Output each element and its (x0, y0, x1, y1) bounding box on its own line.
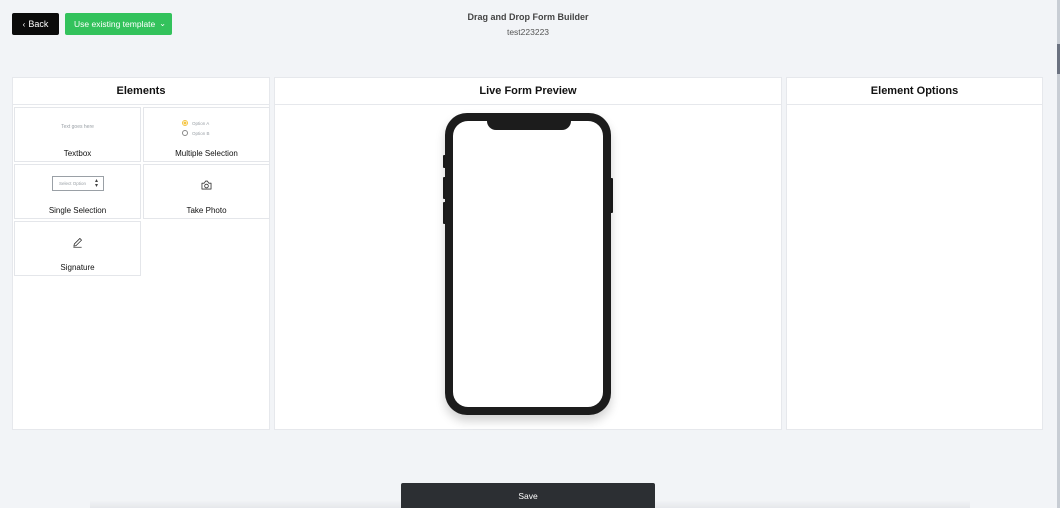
radio-option-a: Option A (182, 120, 209, 126)
element-label: Multiple Selection (175, 149, 238, 158)
phone-mockup (445, 113, 611, 415)
element-label: Single Selection (48, 206, 107, 215)
element-take-photo[interactable]: Take Photo (143, 164, 270, 219)
element-single-selection[interactable]: Select Option ▴ ▾ Single Selection (14, 164, 141, 219)
element-textbox[interactable]: Text goes here Textbox (14, 107, 141, 162)
element-options-panel: Element Options (786, 77, 1043, 430)
camera-icon (201, 180, 212, 190)
save-button[interactable]: Save (401, 483, 655, 508)
page-title: Drag and Drop Form Builder (467, 12, 589, 22)
preview-panel-title: Live Form Preview (275, 78, 781, 105)
option-a-text: Option A (192, 120, 210, 126)
radio-selected-icon (182, 120, 188, 126)
select-arrows-icon: ▴ ▾ (94, 178, 98, 189)
select-preview: Select Option ▴ ▾ (52, 176, 104, 191)
form-name: test223223 (506, 27, 550, 37)
radio-empty-icon (182, 130, 188, 136)
element-multiple-selection[interactable]: Option A Option B Multiple Selection (143, 107, 270, 162)
option-b-text: Option B (192, 130, 210, 136)
textbox-preview-text: Text goes here (61, 124, 94, 130)
select-placeholder: Select Option (59, 181, 87, 186)
pen-icon (73, 238, 82, 248)
live-form-preview-panel: Live Form Preview (274, 77, 782, 430)
form-drop-zone[interactable] (453, 121, 603, 407)
element-signature[interactable]: Signature (14, 221, 141, 276)
element-label: Signature (60, 263, 95, 272)
element-label: Take Photo (186, 206, 227, 215)
elements-panel-title: Elements (13, 78, 269, 105)
phone-notch (487, 117, 571, 130)
element-label: Textbox (63, 149, 92, 158)
options-panel-title: Element Options (787, 78, 1042, 105)
elements-panel: Elements Text goes here Textbox Option A… (12, 77, 270, 430)
radio-option-b: Option B (182, 130, 210, 136)
